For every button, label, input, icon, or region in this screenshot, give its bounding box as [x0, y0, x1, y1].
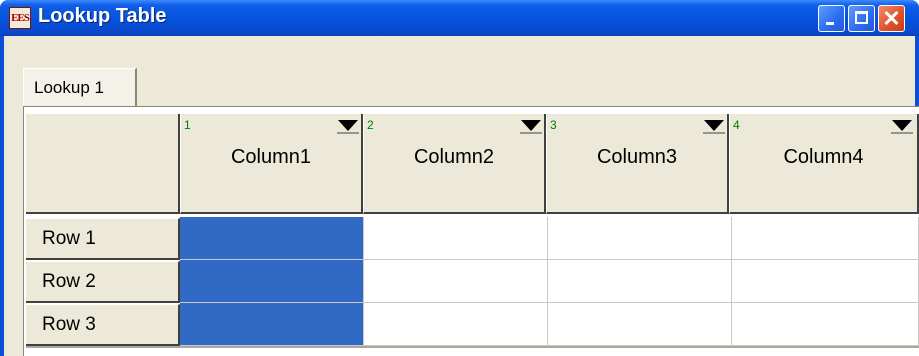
column-menu-dropdown[interactable]: [520, 118, 542, 134]
table-cell-r3-c2[interactable]: [364, 303, 548, 346]
close-button[interactable]: ✕: [878, 5, 905, 32]
column-header-2[interactable]: 2 Column2: [363, 114, 546, 214]
column-number: 1: [184, 118, 191, 132]
table-cell-r2-c3[interactable]: [548, 260, 732, 303]
column-header-1[interactable]: 1 Column1: [180, 114, 363, 214]
row-header-3[interactable]: Row 3: [26, 304, 180, 346]
title-bar[interactable]: EES Lookup Table ✕: [0, 0, 919, 36]
grid-corner-cell[interactable]: [26, 114, 180, 214]
triangle-down-icon: [703, 118, 725, 134]
column-header-4[interactable]: 4 Column4: [729, 114, 919, 214]
column-name: Column3: [596, 146, 678, 168]
table-cell-r1-c4[interactable]: [732, 217, 919, 260]
column-number: 3: [550, 118, 557, 132]
table-cell-r2-c4[interactable]: [732, 260, 919, 303]
ees-app-icon[interactable]: EES: [9, 7, 31, 29]
tab-lookup-1[interactable]: Lookup 1: [23, 68, 137, 106]
column-name: Column1: [230, 146, 312, 168]
triangle-down-icon: [337, 118, 359, 134]
window-title: Lookup Table: [38, 5, 167, 27]
column-name: Column2: [413, 146, 495, 168]
table-cell-r2-c2[interactable]: [364, 260, 548, 303]
column-number: 4: [733, 118, 740, 132]
maximize-button[interactable]: [848, 5, 875, 32]
table-cell-r3-c1[interactable]: [180, 303, 364, 346]
triangle-down-icon: [891, 118, 913, 134]
minimize-icon: [826, 22, 834, 25]
triangle-down-icon: [520, 118, 542, 134]
table-cell-r1-c3[interactable]: [548, 217, 732, 260]
column-header-3[interactable]: 3 Column3: [546, 114, 729, 214]
column-name: Column4: [783, 146, 864, 168]
row-header-2[interactable]: Row 2: [26, 261, 180, 303]
maximize-icon: [855, 11, 868, 24]
close-icon: ✕: [882, 6, 901, 31]
column-menu-dropdown[interactable]: [891, 118, 913, 134]
table-cell-r1-c1[interactable]: [180, 217, 364, 260]
column-menu-dropdown[interactable]: [703, 118, 725, 134]
column-menu-dropdown[interactable]: [337, 118, 359, 134]
minimize-button[interactable]: [818, 5, 845, 32]
table-cell-r3-c3[interactable]: [548, 303, 732, 346]
table-cell-r1-c2[interactable]: [364, 217, 548, 260]
table-cell-r3-c4[interactable]: [732, 303, 919, 346]
grid-bottom-border: [26, 346, 919, 348]
table-cell-r2-c1[interactable]: [180, 260, 364, 303]
column-number: 2: [367, 118, 374, 132]
row-header-1[interactable]: Row 1: [26, 218, 180, 260]
